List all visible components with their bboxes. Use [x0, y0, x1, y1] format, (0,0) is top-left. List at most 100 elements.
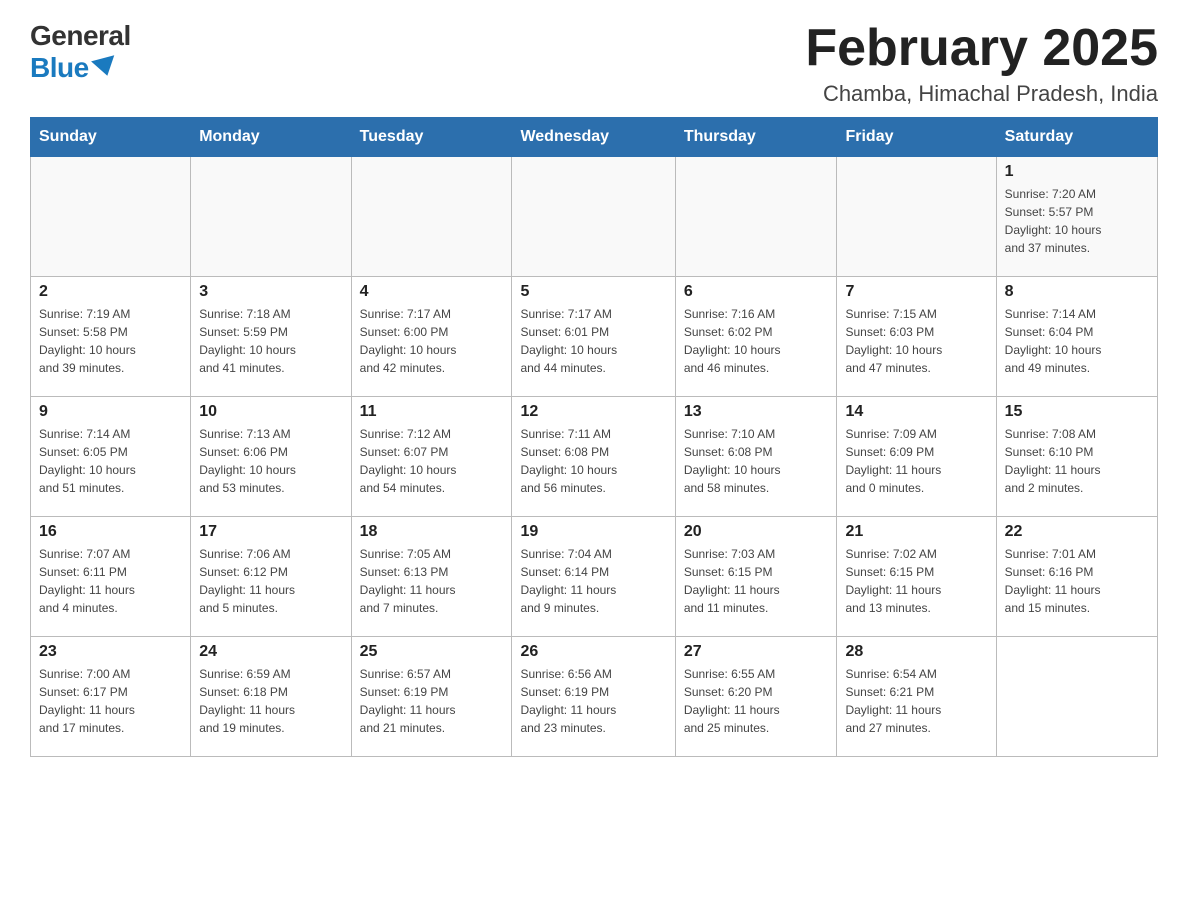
calendar-cell	[837, 157, 996, 277]
calendar-cell	[191, 157, 351, 277]
calendar-cell: 22 Sunrise: 7:01 AMSunset: 6:16 PMDayligh…	[996, 517, 1157, 637]
col-wednesday: Wednesday	[512, 118, 675, 157]
calendar-cell: 26 Sunrise: 6:56 AMSunset: 6:19 PMDayligh…	[512, 637, 675, 757]
day-info: Sunrise: 7:18 AMSunset: 5:59 PMDaylight:…	[199, 305, 342, 377]
day-number: 8	[1005, 283, 1149, 301]
calendar-cell	[351, 157, 512, 277]
day-number: 19	[520, 523, 666, 541]
calendar-cell: 2 Sunrise: 7:19 AMSunset: 5:58 PMDaylight…	[31, 277, 191, 397]
col-saturday: Saturday	[996, 118, 1157, 157]
day-number: 14	[845, 403, 987, 421]
day-info: Sunrise: 7:16 AMSunset: 6:02 PMDaylight:…	[684, 305, 829, 377]
title-block: February 2025 Chamba, Himachal Pradesh, …	[805, 20, 1158, 107]
location-title: Chamba, Himachal Pradesh, India	[805, 81, 1158, 107]
day-number: 10	[199, 403, 342, 421]
calendar-cell: 5Sunrise: 7:17 AMSunset: 6:01 PMDaylight…	[512, 277, 675, 397]
day-info: Sunrise: 7:14 AMSunset: 6:04 PMDaylight:…	[1005, 305, 1149, 377]
col-thursday: Thursday	[675, 118, 837, 157]
day-info: Sunrise: 7:06 AMSunset: 6:12 PMDaylight:…	[199, 545, 342, 617]
calendar-cell: 12 Sunrise: 7:11 AMSunset: 6:08 PMDayligh…	[512, 397, 675, 517]
day-info: Sunrise: 7:09 AMSunset: 6:09 PMDaylight:…	[845, 425, 987, 497]
calendar-cell: 11 Sunrise: 7:12 AMSunset: 6:07 PMDayligh…	[351, 397, 512, 517]
logo-general-text: General	[30, 20, 131, 52]
calendar-cell: 9 Sunrise: 7:14 AMSunset: 6:05 PMDaylight…	[31, 397, 191, 517]
day-info: Sunrise: 6:55 AMSunset: 6:20 PMDaylight:…	[684, 665, 829, 737]
logo-blue-text: Blue	[30, 52, 117, 84]
day-info: Sunrise: 7:04 AMSunset: 6:14 PMDaylight:…	[520, 545, 666, 617]
calendar-cell: 14 Sunrise: 7:09 AMSunset: 6:09 PMDayligh…	[837, 397, 996, 517]
calendar-week-row: 9 Sunrise: 7:14 AMSunset: 6:05 PMDaylight…	[31, 397, 1158, 517]
day-info: Sunrise: 7:01 AMSunset: 6:16 PMDaylight:…	[1005, 545, 1149, 617]
calendar-cell: 8 Sunrise: 7:14 AMSunset: 6:04 PMDaylight…	[996, 277, 1157, 397]
day-number: 1	[1005, 163, 1149, 181]
calendar-cell	[31, 157, 191, 277]
day-number: 15	[1005, 403, 1149, 421]
day-info: Sunrise: 7:15 AMSunset: 6:03 PMDaylight:…	[845, 305, 987, 377]
calendar-cell	[512, 157, 675, 277]
calendar-cell: 23 Sunrise: 7:00 AMSunset: 6:17 PMDayligh…	[31, 637, 191, 757]
day-number: 4	[360, 283, 504, 301]
day-number: 12	[520, 403, 666, 421]
calendar-cell: 3 Sunrise: 7:18 AMSunset: 5:59 PMDaylight…	[191, 277, 351, 397]
calendar-cell: 6 Sunrise: 7:16 AMSunset: 6:02 PMDaylight…	[675, 277, 837, 397]
page-header: General Blue February 2025 Chamba, Himac…	[30, 20, 1158, 107]
calendar-cell: 18 Sunrise: 7:05 AMSunset: 6:13 PMDayligh…	[351, 517, 512, 637]
day-number: 2	[39, 283, 182, 301]
calendar-week-row: 23 Sunrise: 7:00 AMSunset: 6:17 PMDayligh…	[31, 637, 1158, 757]
col-tuesday: Tuesday	[351, 118, 512, 157]
calendar-cell: 13Sunrise: 7:10 AMSunset: 6:08 PMDayligh…	[675, 397, 837, 517]
calendar-cell	[675, 157, 837, 277]
day-number: 23	[39, 643, 182, 661]
month-title: February 2025	[805, 20, 1158, 77]
day-number: 22	[1005, 523, 1149, 541]
calendar-cell: 27Sunrise: 6:55 AMSunset: 6:20 PMDayligh…	[675, 637, 837, 757]
day-info: Sunrise: 6:54 AMSunset: 6:21 PMDaylight:…	[845, 665, 987, 737]
day-number: 17	[199, 523, 342, 541]
day-number: 3	[199, 283, 342, 301]
day-number: 9	[39, 403, 182, 421]
day-info: Sunrise: 7:19 AMSunset: 5:58 PMDaylight:…	[39, 305, 182, 377]
day-info: Sunrise: 7:11 AMSunset: 6:08 PMDaylight:…	[520, 425, 666, 497]
calendar-cell: 21 Sunrise: 7:02 AMSunset: 6:15 PMDayligh…	[837, 517, 996, 637]
day-number: 18	[360, 523, 504, 541]
day-number: 25	[360, 643, 504, 661]
calendar-cell: 28 Sunrise: 6:54 AMSunset: 6:21 PMDayligh…	[837, 637, 996, 757]
day-info: Sunrise: 7:12 AMSunset: 6:07 PMDaylight:…	[360, 425, 504, 497]
day-info: Sunrise: 7:02 AMSunset: 6:15 PMDaylight:…	[845, 545, 987, 617]
calendar-cell: 24 Sunrise: 6:59 AMSunset: 6:18 PMDayligh…	[191, 637, 351, 757]
day-number: 26	[520, 643, 666, 661]
calendar-table: Sunday Monday Tuesday Wednesday Thursday…	[30, 117, 1158, 757]
day-number: 24	[199, 643, 342, 661]
day-info: Sunrise: 7:17 AMSunset: 6:01 PMDaylight:…	[520, 305, 666, 377]
day-number: 11	[360, 403, 504, 421]
day-info: Sunrise: 7:20 AMSunset: 5:57 PMDaylight:…	[1005, 185, 1149, 257]
col-sunday: Sunday	[31, 118, 191, 157]
calendar-cell: 25 Sunrise: 6:57 AMSunset: 6:19 PMDayligh…	[351, 637, 512, 757]
day-info: Sunrise: 7:00 AMSunset: 6:17 PMDaylight:…	[39, 665, 182, 737]
day-info: Sunrise: 6:56 AMSunset: 6:19 PMDaylight:…	[520, 665, 666, 737]
calendar-cell: 7 Sunrise: 7:15 AMSunset: 6:03 PMDaylight…	[837, 277, 996, 397]
calendar-week-row: 2 Sunrise: 7:19 AMSunset: 5:58 PMDaylight…	[31, 277, 1158, 397]
day-info: Sunrise: 7:07 AMSunset: 6:11 PMDaylight:…	[39, 545, 182, 617]
day-info: Sunrise: 7:05 AMSunset: 6:13 PMDaylight:…	[360, 545, 504, 617]
calendar-cell: 20Sunrise: 7:03 AMSunset: 6:15 PMDayligh…	[675, 517, 837, 637]
calendar-cell: 4Sunrise: 7:17 AMSunset: 6:00 PMDaylight…	[351, 277, 512, 397]
day-number: 7	[845, 283, 987, 301]
logo: General Blue	[30, 20, 131, 84]
col-friday: Friday	[837, 118, 996, 157]
logo-triangle-icon	[91, 55, 119, 79]
day-info: Sunrise: 6:57 AMSunset: 6:19 PMDaylight:…	[360, 665, 504, 737]
day-number: 28	[845, 643, 987, 661]
calendar-cell: 1 Sunrise: 7:20 AMSunset: 5:57 PMDaylight…	[996, 157, 1157, 277]
day-info: Sunrise: 7:13 AMSunset: 6:06 PMDaylight:…	[199, 425, 342, 497]
day-number: 20	[684, 523, 829, 541]
calendar-cell: 15Sunrise: 7:08 AMSunset: 6:10 PMDayligh…	[996, 397, 1157, 517]
day-info: Sunrise: 7:10 AMSunset: 6:08 PMDaylight:…	[684, 425, 829, 497]
day-info: Sunrise: 7:14 AMSunset: 6:05 PMDaylight:…	[39, 425, 182, 497]
day-info: Sunrise: 6:59 AMSunset: 6:18 PMDaylight:…	[199, 665, 342, 737]
day-number: 21	[845, 523, 987, 541]
day-number: 6	[684, 283, 829, 301]
calendar-week-row: 16 Sunrise: 7:07 AMSunset: 6:11 PMDayligh…	[31, 517, 1158, 637]
day-number: 16	[39, 523, 182, 541]
calendar-cell: 16 Sunrise: 7:07 AMSunset: 6:11 PMDayligh…	[31, 517, 191, 637]
